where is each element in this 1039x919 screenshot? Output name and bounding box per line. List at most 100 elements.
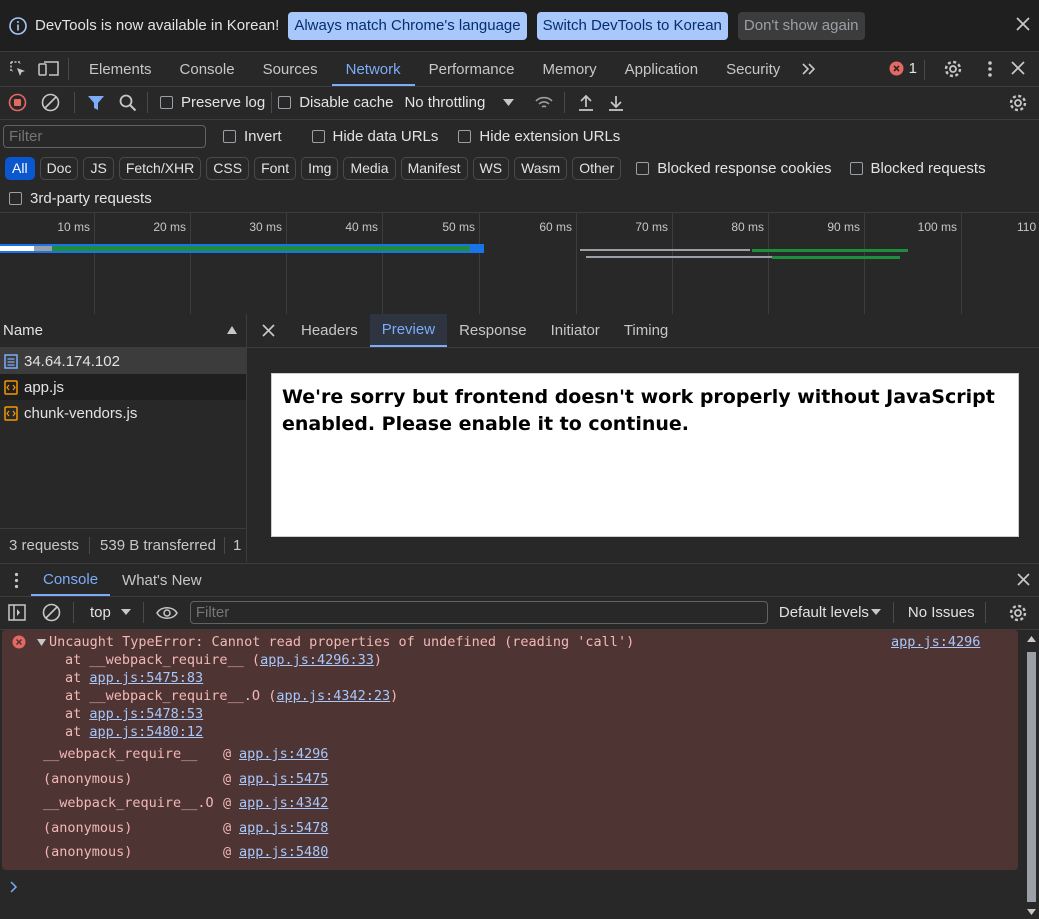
type-filter-js[interactable]: JS (83, 156, 114, 180)
frame-source-link[interactable]: app.js:4296 (239, 746, 328, 762)
stack-source-link[interactable]: app.js:5478:53 (89, 706, 203, 722)
type-filter-ws[interactable]: WS (472, 156, 510, 180)
error-source-link[interactable]: app.js:4296 (891, 634, 980, 650)
blocked-requests-checkbox[interactable]: Blocked requests (849, 160, 986, 177)
type-filter-manifest[interactable]: Manifest (400, 156, 468, 180)
tab-console[interactable]: Console (166, 52, 249, 86)
disable-cache-checkbox[interactable]: Disable cache (278, 94, 393, 111)
third-party-requests-checkbox[interactable]: 3rd-party requests (9, 190, 152, 207)
error-counter[interactable]: 1 (889, 60, 917, 77)
request-row-appjs[interactable]: app.js (0, 374, 246, 400)
kebab-menu-icon[interactable] (987, 60, 993, 78)
tab-application[interactable]: Application (611, 52, 712, 86)
stack-source-link[interactable]: app.js:5475:83 (89, 670, 203, 686)
live-expression-eye-icon[interactable] (155, 606, 178, 620)
request-row-document[interactable]: 34.64.174.102 (0, 348, 246, 374)
context-selector[interactable]: top (90, 604, 131, 621)
stack-source-link[interactable]: app.js:4296:33 (260, 652, 374, 668)
drawer-tab-console[interactable]: Console (31, 564, 111, 596)
detail-tab-preview[interactable]: Preview (369, 314, 448, 347)
error-count: 1 (908, 60, 917, 77)
close-devtools-icon[interactable] (1011, 61, 1025, 75)
log-levels-select[interactable]: Default levels (779, 604, 881, 621)
clear-icon[interactable] (41, 93, 60, 112)
clear-console-icon[interactable] (42, 603, 61, 622)
invert-checkbox[interactable]: Invert (223, 128, 282, 145)
preserve-log-checkbox[interactable]: Preserve log (160, 94, 265, 111)
tab-sources[interactable]: Sources (249, 52, 332, 86)
network-filter-input[interactable] (3, 124, 206, 148)
scrollbar-thumb[interactable] (1027, 652, 1036, 902)
detail-tab-initiator[interactable]: Initiator (539, 314, 612, 347)
type-filter-all[interactable]: All (5, 156, 35, 180)
network-overview-timeline[interactable]: 10 ms 20 ms 30 ms 40 ms 50 ms 60 ms 70 ms 80 ms… (0, 212, 1039, 315)
tab-elements[interactable]: Elements (75, 52, 166, 86)
always-match-language-button[interactable]: Always match Chrome's language (288, 11, 527, 40)
detail-tab-timing[interactable]: Timing (612, 314, 680, 347)
issues-button[interactable]: No Issues (908, 604, 975, 621)
frame-function-name: __webpack_require__.O (43, 795, 214, 811)
stack-source-link[interactable]: app.js:5480:12 (89, 724, 203, 740)
stack-text: ) (390, 688, 399, 704)
search-icon[interactable] (119, 94, 137, 112)
frame-source-link[interactable]: app.js:5475 (239, 771, 328, 787)
device-toolbar-icon[interactable] (36, 60, 62, 78)
type-filter-wasm[interactable]: Wasm (514, 156, 568, 180)
throttling-select[interactable]: No throttling (404, 94, 515, 111)
tab-performance[interactable]: Performance (415, 52, 529, 86)
hide-data-urls-checkbox[interactable]: Hide data URLs (311, 128, 438, 145)
type-filter-doc[interactable]: Doc (39, 156, 79, 180)
scroll-down-icon[interactable] (1027, 909, 1036, 915)
more-tabs-icon[interactable] (800, 61, 818, 77)
frame-source-link[interactable]: app.js:5478 (239, 820, 328, 836)
filter-funnel-icon[interactable] (87, 94, 105, 112)
switch-to-korean-button[interactable]: Switch DevTools to Korean (536, 11, 728, 40)
console-scrollbar[interactable] (1026, 632, 1037, 917)
dropdown-arrow-icon (503, 98, 515, 107)
drawer-menu-icon[interactable] (14, 572, 19, 589)
type-filter-fetch-xhr[interactable]: Fetch/XHR (118, 156, 202, 180)
sidebar-toggle-icon[interactable] (8, 604, 26, 621)
type-filter-media[interactable]: Media (343, 156, 396, 180)
network-conditions-icon[interactable] (534, 95, 554, 111)
type-filter-font[interactable]: Font (254, 156, 297, 180)
request-bar-vendors (772, 256, 900, 259)
drawer-tab-whats-new[interactable]: What's New (110, 564, 214, 596)
tab-memory[interactable]: Memory (529, 52, 611, 86)
dont-show-again-button[interactable]: Don't show again (737, 11, 865, 40)
close-detail-icon[interactable] (262, 324, 275, 337)
console-settings-gear-icon[interactable] (1008, 603, 1028, 623)
expand-triangle-icon[interactable] (37, 639, 46, 646)
import-har-icon[interactable] (577, 94, 595, 112)
tab-security[interactable]: Security (712, 52, 794, 86)
close-drawer-icon[interactable] (1017, 573, 1030, 586)
hide-extension-urls-checkbox[interactable]: Hide extension URLs (458, 128, 620, 145)
request-row-chunk-vendors[interactable]: chunk-vendors.js (0, 400, 246, 426)
settings-gear-icon[interactable] (943, 59, 963, 79)
type-filter-other[interactable]: Other (572, 156, 622, 180)
stack-line: at app.js:5478:53 (65, 706, 203, 722)
detail-tab-headers[interactable]: Headers (289, 314, 370, 347)
name-header-label: Name (3, 322, 44, 339)
stack-source-link[interactable]: app.js:4342:23 (276, 688, 390, 704)
close-icon[interactable] (1015, 16, 1031, 32)
scroll-up-icon[interactable] (1027, 636, 1036, 642)
export-har-icon[interactable] (607, 94, 625, 112)
detail-tab-response[interactable]: Response (447, 314, 539, 347)
name-column-header[interactable]: Name (0, 314, 246, 348)
frame-source-link[interactable]: app.js:5480 (239, 844, 328, 860)
console-prompt[interactable] (10, 880, 18, 897)
tab-network[interactable]: Network (331, 52, 415, 86)
console-filter-input[interactable] (189, 601, 768, 624)
timeline-gridline (768, 213, 769, 314)
type-filter-css[interactable]: CSS (206, 156, 250, 180)
inspect-element-icon[interactable] (8, 60, 28, 78)
type-filter-img[interactable]: Img (301, 156, 339, 180)
infobar-message: DevTools is now available in Korean! (35, 17, 280, 34)
blocked-response-cookies-checkbox[interactable]: Blocked response cookies (636, 160, 832, 177)
frame-source-link[interactable]: app.js:4342 (239, 795, 328, 811)
timeline-tick-label: 20 ms (153, 220, 186, 234)
network-settings-gear-icon[interactable] (1008, 93, 1028, 113)
stack-text: at __webpack_require__.O ( (65, 688, 277, 704)
record-stop-icon[interactable] (8, 93, 27, 112)
